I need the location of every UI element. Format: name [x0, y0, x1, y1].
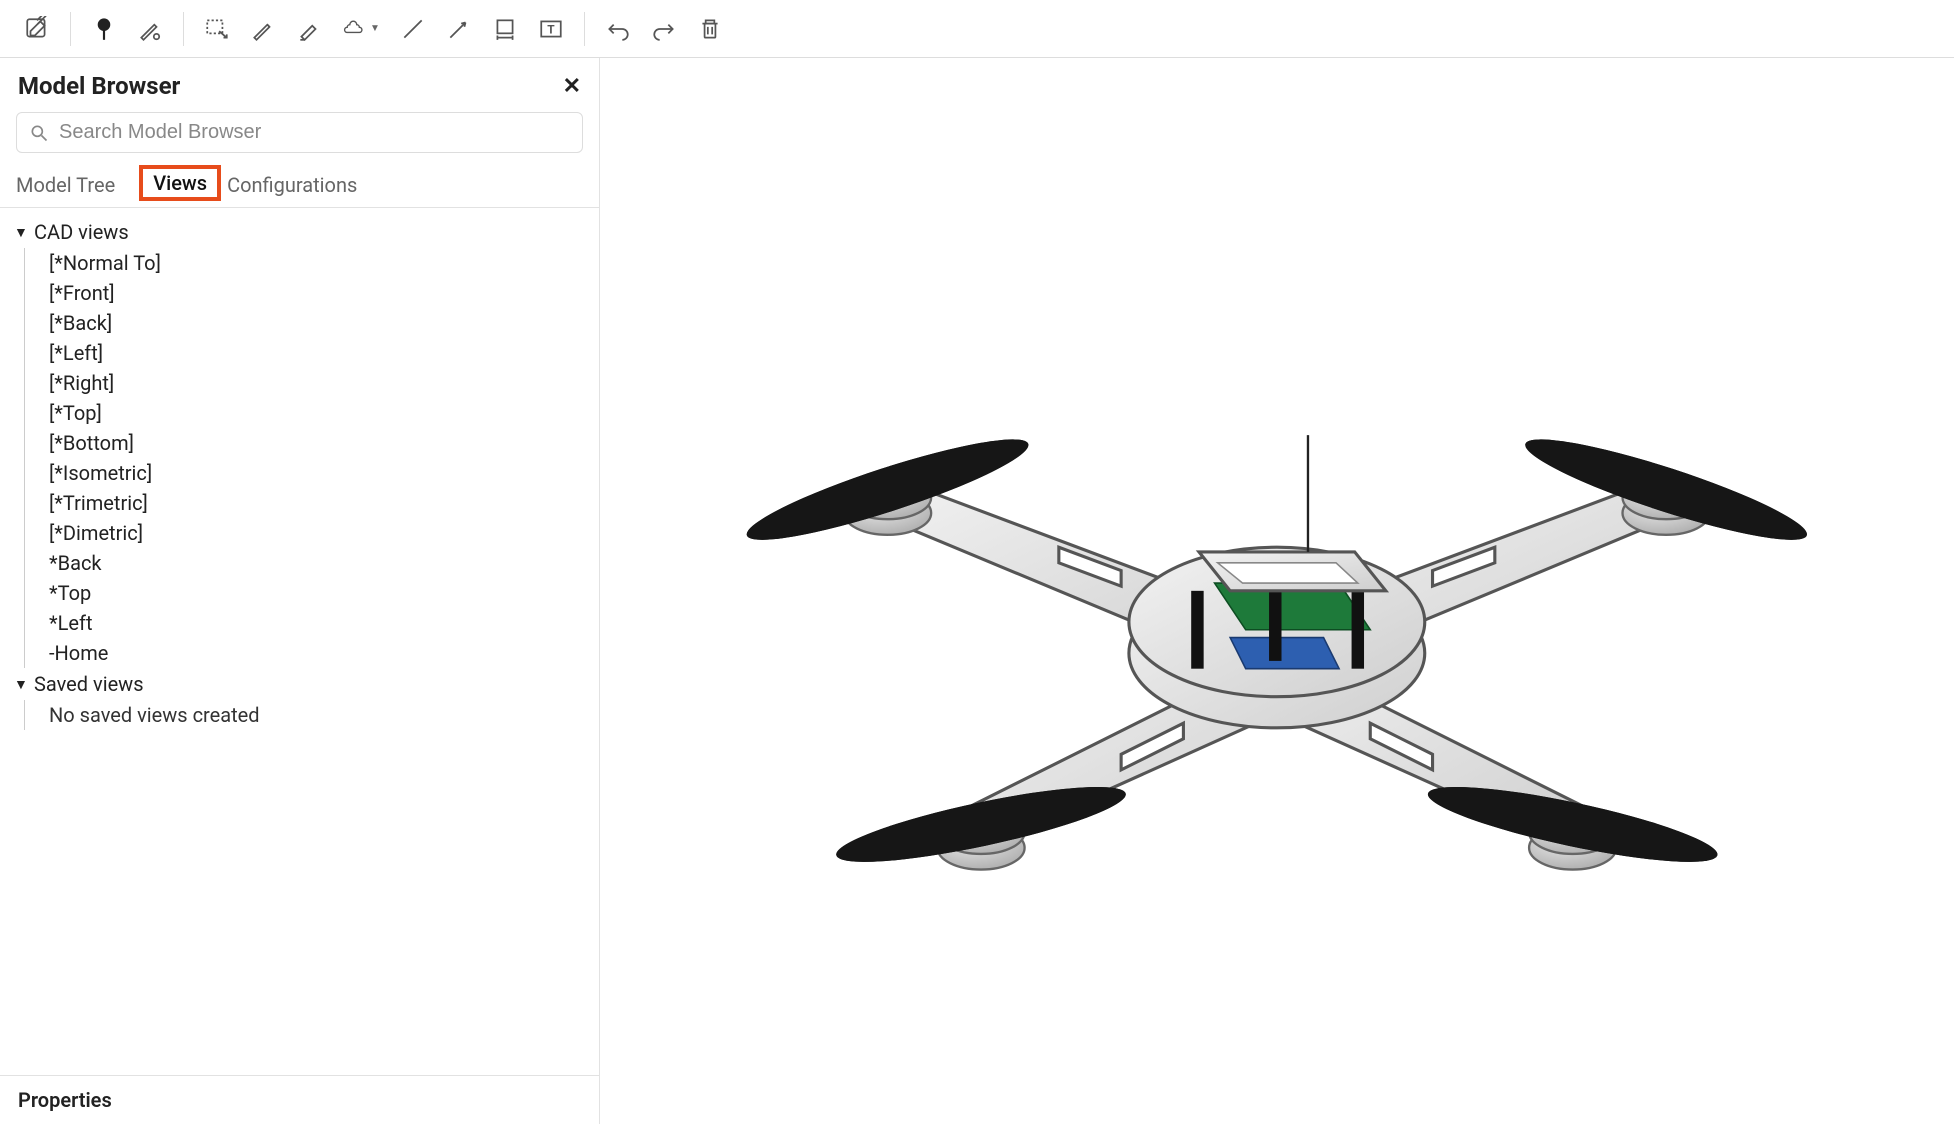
- line-icon[interactable]: [390, 9, 436, 49]
- search-box[interactable]: [16, 112, 583, 153]
- group-label: Saved views: [34, 672, 144, 696]
- group-cad-views: ▼ CAD views [*Normal To] [*Front] [*Back…: [14, 216, 599, 668]
- group-label: CAD views: [34, 220, 129, 244]
- view-item[interactable]: [*Dimetric]: [49, 518, 599, 548]
- group-saved-views: ▼ Saved views No saved views created: [14, 668, 599, 730]
- toolbar-separator: [584, 12, 585, 46]
- search-wrap: [0, 108, 599, 163]
- chevron-down-icon: ▼: [370, 23, 380, 34]
- panel-header: Model Browser ✕: [0, 58, 599, 108]
- group-header-cad-views[interactable]: ▼ CAD views: [14, 216, 599, 248]
- view-item[interactable]: [*Bottom]: [49, 428, 599, 458]
- view-item[interactable]: *Top: [49, 578, 599, 608]
- svg-text:T: T: [547, 22, 555, 36]
- view-item[interactable]: [*Isometric]: [49, 458, 599, 488]
- tab-configurations[interactable]: Configurations: [227, 167, 369, 207]
- text-box-icon[interactable]: T: [528, 9, 574, 49]
- pin-icon[interactable]: [81, 9, 127, 49]
- caret-down-icon: ▼: [14, 224, 28, 241]
- tabs-row: Model Tree Views Configurations: [0, 163, 599, 208]
- close-icon[interactable]: ✕: [563, 74, 581, 99]
- views-tree: ▼ CAD views [*Normal To] [*Front] [*Back…: [0, 208, 599, 1075]
- model-browser-panel: Model Browser ✕ Model Tree Views Configu…: [0, 58, 600, 1124]
- view-item[interactable]: -Home: [49, 638, 599, 668]
- edit-sketch-icon[interactable]: [14, 9, 60, 49]
- highlighter-icon[interactable]: [286, 9, 332, 49]
- pencil-icon[interactable]: [240, 9, 286, 49]
- search-input[interactable]: [59, 121, 570, 144]
- search-icon: [29, 123, 49, 143]
- empty-message: No saved views created: [49, 700, 599, 730]
- view-item[interactable]: *Back: [49, 548, 599, 578]
- selection-box-icon[interactable]: [194, 9, 240, 49]
- view-item[interactable]: [*Back]: [49, 308, 599, 338]
- main-area: Model Browser ✕ Model Tree Views Configu…: [0, 58, 1954, 1124]
- toolbar-separator: [70, 12, 71, 46]
- view-item[interactable]: [*Front]: [49, 278, 599, 308]
- panel-title: Model Browser: [18, 72, 180, 100]
- undo-icon[interactable]: [595, 9, 641, 49]
- pencil-3d-icon[interactable]: [127, 9, 173, 49]
- saved-views-items: No saved views created: [24, 700, 599, 730]
- view-item[interactable]: [*Left]: [49, 338, 599, 368]
- trash-icon[interactable]: [687, 9, 733, 49]
- drone-model-icon: [654, 186, 1900, 996]
- arrow-icon[interactable]: [436, 9, 482, 49]
- group-header-saved-views[interactable]: ▼ Saved views: [14, 668, 599, 700]
- caret-down-icon: ▼: [14, 676, 28, 693]
- toolbar-separator: [183, 12, 184, 46]
- view-item[interactable]: *Left: [49, 608, 599, 638]
- view-item[interactable]: [*Trimetric]: [49, 488, 599, 518]
- view-item[interactable]: [*Normal To]: [49, 248, 599, 278]
- view-item[interactable]: [*Top]: [49, 398, 599, 428]
- cloud-icon[interactable]: ▼: [332, 9, 390, 49]
- 3d-viewport[interactable]: [600, 58, 1954, 1124]
- redo-icon[interactable]: [641, 9, 687, 49]
- tab-views[interactable]: Views: [139, 165, 221, 201]
- properties-header[interactable]: Properties: [0, 1075, 599, 1124]
- top-toolbar: ▼ T: [0, 0, 1954, 58]
- dimension-icon[interactable]: [482, 9, 528, 49]
- tab-model-tree[interactable]: Model Tree: [16, 167, 127, 207]
- cad-views-items: [*Normal To] [*Front] [*Back] [*Left] [*…: [24, 248, 599, 668]
- view-item[interactable]: [*Right]: [49, 368, 599, 398]
